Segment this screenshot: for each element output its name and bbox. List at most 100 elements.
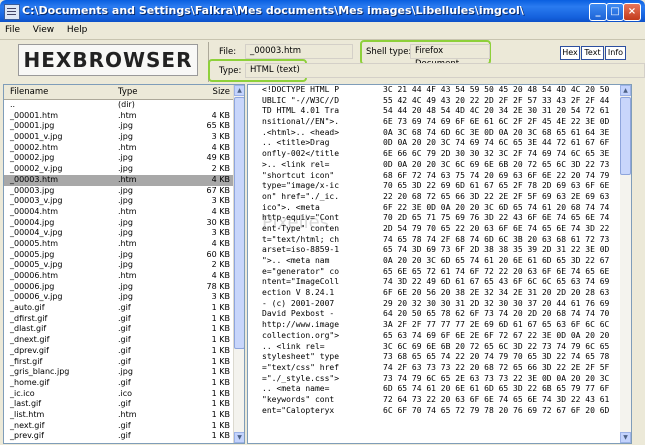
file-type: .htm (118, 409, 137, 419)
column-size[interactable]: Size (213, 87, 230, 97)
list-item[interactable]: _00003.htm .htm 4 KB (4, 174, 233, 186)
scroll-thumb[interactable] (234, 97, 244, 349)
file-type: .gif (118, 420, 131, 430)
file-size: 2 KB (211, 260, 230, 270)
list-item[interactable]: _first.gif .gif 1 KB (4, 357, 233, 368)
hex-view-scrollbar[interactable]: ▲ ▼ (620, 84, 632, 444)
list-item[interactable]: _00005.htm .htm 4 KB (4, 239, 233, 250)
list-item[interactable]: _dnext.gif .gif 1 KB (4, 335, 233, 346)
menu-file[interactable]: File (0, 22, 25, 35)
file-list[interactable]: Filename Type Size .. (dir) _00001.htm .htm… (3, 84, 245, 444)
list-item[interactable]: _gris_blanc.jpg .jpg 1 KB (4, 367, 233, 378)
maximize-button[interactable]: □ (606, 3, 624, 21)
menu-help[interactable]: Help (62, 22, 93, 35)
file-name: _dnext.gif (10, 335, 50, 345)
list-item[interactable]: _00002.htm .htm 4 KB (4, 143, 233, 154)
file-label: File: (219, 47, 237, 57)
text-line: ent-Type" conten (262, 223, 340, 233)
file-type: .gif (118, 431, 131, 441)
list-item[interactable]: _last.gif .gif 1 KB (4, 399, 233, 410)
list-item[interactable]: _00002.jpg .jpg 49 KB (4, 153, 233, 164)
list-item[interactable]: _00006.htm .htm 4 KB (4, 271, 233, 282)
list-item[interactable]: _00001.htm .htm 4 KB (4, 111, 233, 122)
file-name: _00002.jpg (10, 153, 55, 163)
hex-line: 65 63 74 69 6F 6E 2E 6F 72 67 22 3E 0D 0… (383, 330, 610, 340)
menu-view[interactable]: View (28, 22, 59, 35)
text-line: http://www.image (262, 320, 340, 330)
file-name: _home.gif (10, 377, 50, 387)
hex-view-button[interactable]: Hex (560, 46, 580, 60)
list-item[interactable]: _next.gif .gif 1 KB (4, 421, 233, 432)
file-type: .htm (118, 110, 137, 120)
file-name: _ic.ico (10, 388, 35, 398)
list-item[interactable]: _dlast.gif .gif 1 KB (4, 324, 233, 335)
hex-line: 73 68 65 65 74 22 20 74 79 70 65 3D 22 7… (383, 352, 610, 362)
file-type: .jpg (118, 228, 133, 238)
list-item[interactable]: _00003.jpg .jpg 67 KB (4, 186, 233, 197)
hex-scroll-up-arrow-icon[interactable]: ▲ (620, 85, 631, 96)
file-list-scrollbar[interactable]: ▲ ▼ (233, 85, 244, 443)
hex-scroll-down-arrow-icon[interactable]: ▼ (620, 432, 631, 443)
file-type: .jpg (118, 249, 133, 259)
list-item[interactable]: _00001_v.jpg .jpg 3 KB (4, 132, 233, 143)
list-item[interactable]: _list.htm .htm 1 KB (4, 410, 233, 421)
file-size: 4 KB (211, 142, 230, 152)
column-filename[interactable]: Filename (10, 87, 48, 97)
file-name: _00001_v.jpg (10, 132, 63, 142)
file-type: .jpg (118, 164, 133, 174)
list-item[interactable]: _00004.htm .htm 4 KB (4, 207, 233, 218)
scroll-up-arrow-icon[interactable]: ▲ (234, 85, 244, 96)
list-item[interactable]: _00004_v.jpg .jpg 3 KB (4, 228, 233, 239)
file-type: .jpg (118, 196, 133, 206)
list-item[interactable]: _00005.jpg .jpg 60 KB (4, 250, 233, 261)
file-size: 3 KB (211, 132, 230, 142)
text-line: arset=iso-8859-1 (262, 245, 340, 255)
shell-type-field: Firefox Document (410, 44, 490, 69)
text-line: TD HTML 4.01 Tra (262, 106, 340, 116)
file-name: _00005.jpg (10, 249, 55, 259)
text-view-button[interactable]: Text (581, 46, 604, 60)
list-item[interactable]: _00005_v.jpg .jpg 2 KB (4, 260, 233, 271)
list-item[interactable]: _00006.jpg .jpg 78 KB (4, 282, 233, 293)
scroll-down-arrow-icon[interactable]: ▼ (234, 432, 244, 443)
list-item[interactable]: _00003_v.jpg .jpg 3 KB (4, 196, 233, 207)
hex-line: 74 3D 22 49 6D 61 67 65 43 6F 6C 6C 65 6… (383, 277, 610, 287)
title-bar[interactable]: C:\Documents and Settings\Falkra\Mes doc… (0, 0, 645, 22)
file-name: _00006.jpg (10, 281, 55, 291)
text-view[interactable]: <!DOCTYPE HTML P UBLIC "-//W3C//D TD HTML … (247, 84, 377, 444)
file-name: _prev.gif (10, 431, 44, 441)
list-item[interactable]: _dfirst.gif .gif 1 KB (4, 314, 233, 325)
minimize-button[interactable]: _ (589, 3, 607, 21)
file-type: .jpg (118, 367, 133, 377)
list-item[interactable]: _00004.jpg .jpg 30 KB (4, 218, 233, 229)
file-name: _00004.jpg (10, 217, 55, 227)
list-item[interactable]: .. (dir) (4, 100, 233, 111)
file-size: 1 KB (211, 431, 230, 441)
file-size: 1 KB (211, 313, 230, 323)
hex-scroll-thumb[interactable] (620, 97, 631, 175)
hex-view[interactable]: 3C 21 44 4F 43 54 59 50 45 20 48 54 4D 4… (375, 84, 621, 444)
list-item[interactable]: _ic.ico .ico 1 KB (4, 389, 233, 400)
info-view-button[interactable]: Info (605, 46, 626, 60)
list-item[interactable]: _prev.gif .gif 1 KB (4, 431, 233, 442)
file-type: .jpg (118, 185, 133, 195)
column-type[interactable]: Type (118, 87, 138, 97)
text-line: "keywords" cont (262, 394, 335, 404)
list-item[interactable]: _00001.jpg .jpg 65 KB (4, 121, 233, 132)
file-list-header: Filename Type Size (4, 85, 233, 100)
text-line: - (c) 2001-2007 (262, 298, 335, 308)
text-line: ection V 8.24.1 (262, 288, 335, 298)
file-name: _dprev.gif (10, 345, 49, 355)
close-button[interactable]: × (623, 3, 641, 21)
list-item[interactable]: _dprev.gif .gif 1 KB (4, 346, 233, 357)
file-type: .jpg (118, 132, 133, 142)
file-type: .gif (118, 324, 131, 334)
list-item[interactable]: _00006_v.jpg .jpg 3 KB (4, 292, 233, 303)
list-item[interactable]: _auto.gif .gif 1 KB (4, 303, 233, 314)
list-item[interactable]: _home.gif .gif 1 KB (4, 378, 233, 389)
hex-line: 0D 0A 20 20 3C 74 69 74 6C 65 3E 44 72 6… (383, 138, 610, 148)
list-item[interactable]: _00002_v.jpg .jpg 2 KB (4, 164, 233, 175)
file-size: 1 KB (211, 399, 230, 409)
text-line: e="generator" co (262, 266, 340, 276)
hex-line: 3A 2F 2F 77 77 77 2E 69 6D 61 67 65 63 6… (383, 320, 610, 330)
